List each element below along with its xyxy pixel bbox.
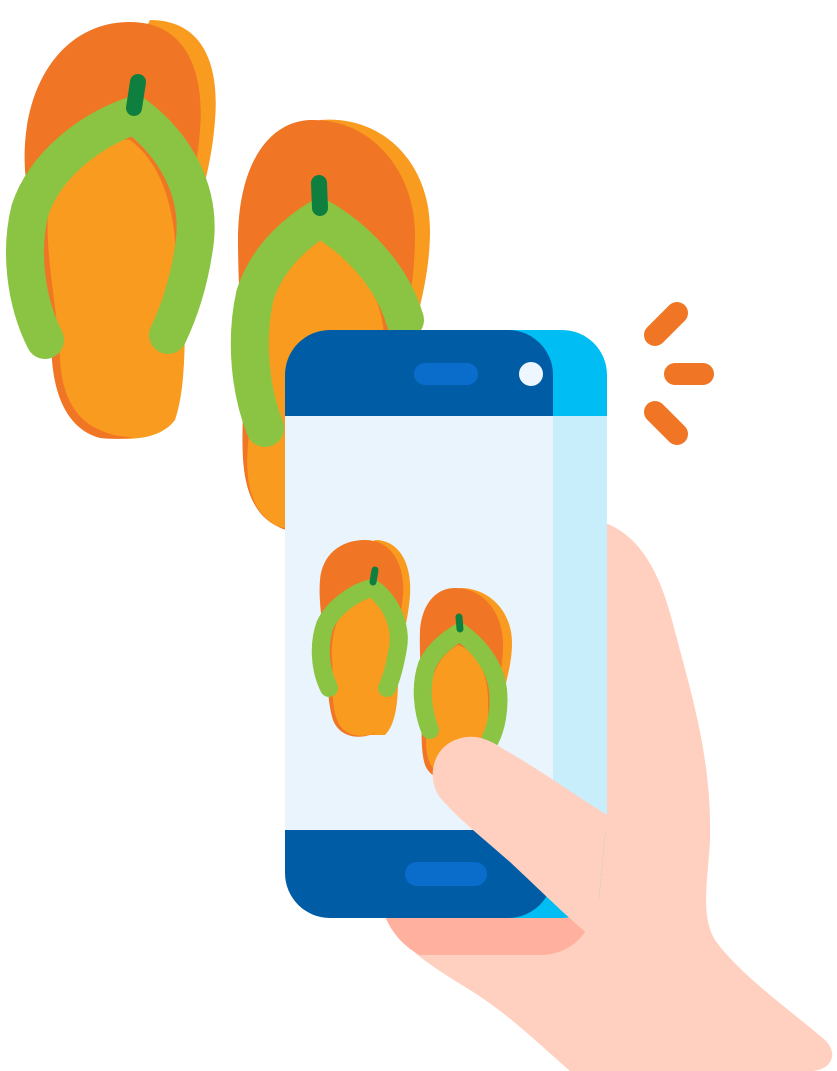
phone-home-button	[405, 862, 487, 886]
phone-screen-side	[553, 416, 607, 830]
sandal-right-peg	[311, 175, 328, 216]
sandal-left-body	[47, 139, 177, 437]
illustration-canvas	[0, 0, 837, 1071]
sandal-left-peg	[126, 74, 146, 116]
sparkle-line-upper	[644, 302, 688, 346]
phone-speaker	[414, 363, 478, 385]
sparkle-icon	[644, 302, 714, 445]
phone-flip-flops-illustration	[6, 20, 833, 1071]
screen-sandal-right-peg	[455, 613, 464, 633]
phone-camera	[519, 362, 543, 386]
screen-sandal-left-peg	[369, 566, 379, 586]
sparkle-line-lower	[644, 401, 688, 445]
flip-flop-left-icon	[6, 20, 216, 439]
